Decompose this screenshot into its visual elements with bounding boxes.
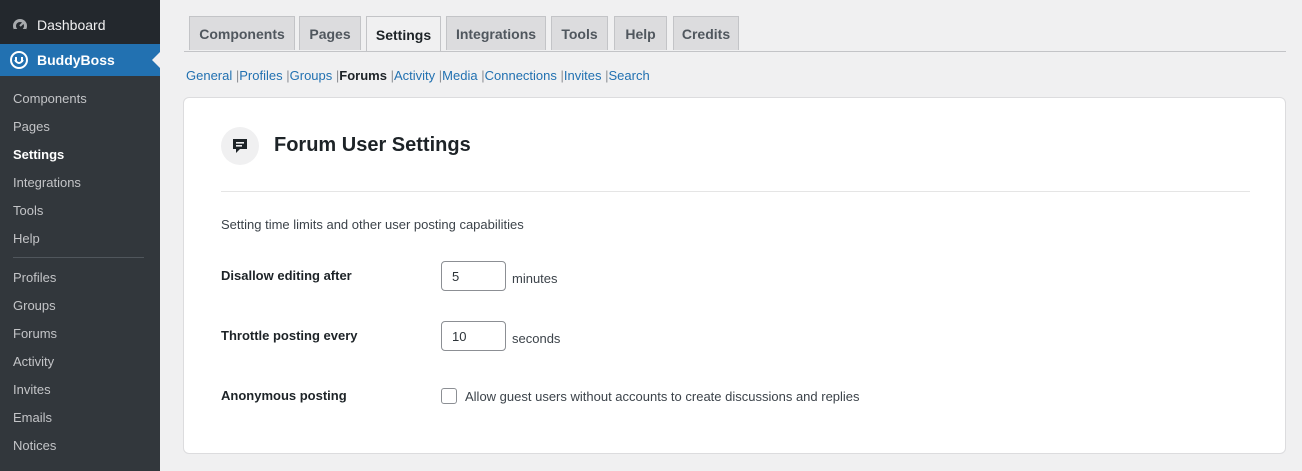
submenu-item-settings[interactable]: Settings bbox=[13, 147, 64, 163]
submenu-item-notices[interactable]: Notices bbox=[13, 438, 56, 454]
card-divider bbox=[221, 191, 1250, 192]
edit-limit-label: Disallow editing after bbox=[221, 268, 352, 283]
sidebar-item-label: Dashboard bbox=[37, 17, 106, 33]
subnav-invites[interactable]: Invites bbox=[564, 68, 602, 83]
tabs-baseline bbox=[184, 51, 1286, 52]
tab-settings[interactable]: Settings bbox=[366, 16, 441, 52]
admin-sidebar: Dashboard BuddyBoss Components Pages Set… bbox=[0, 0, 160, 471]
subnav-profiles[interactable]: Profiles bbox=[239, 68, 282, 83]
dashboard-icon bbox=[13, 19, 27, 33]
submenu-item-help[interactable]: Help bbox=[13, 231, 40, 247]
submenu-item-emails[interactable]: Emails bbox=[13, 410, 52, 426]
submenu-divider bbox=[13, 257, 144, 258]
card-description: Setting time limits and other user posti… bbox=[221, 217, 524, 232]
sidebar-item-dashboard[interactable]: Dashboard bbox=[0, 10, 160, 40]
subnav-connections[interactable]: Connections bbox=[485, 68, 557, 83]
edit-limit-input[interactable] bbox=[441, 261, 506, 291]
anonymous-posting-checkbox-label[interactable]: Allow guest users without accounts to cr… bbox=[465, 389, 860, 404]
tab-credits[interactable]: Credits bbox=[673, 16, 739, 50]
subnav-activity[interactable]: Activity bbox=[394, 68, 435, 83]
sidebar-item-label: BuddyBoss bbox=[37, 52, 115, 68]
tab-tools[interactable]: Tools bbox=[551, 16, 608, 50]
submenu-item-activity[interactable]: Activity bbox=[13, 354, 54, 370]
submenu-item-profiles[interactable]: Profiles bbox=[13, 270, 56, 286]
anonymous-posting-label: Anonymous posting bbox=[221, 388, 347, 403]
submenu-item-components[interactable]: Components bbox=[13, 91, 87, 107]
subnav-search[interactable]: Search bbox=[609, 68, 650, 83]
buddyboss-submenu: Components Pages Settings Integrations T… bbox=[0, 76, 160, 471]
anonymous-posting-checkbox[interactable] bbox=[441, 388, 457, 404]
card-title: Forum User Settings bbox=[274, 134, 471, 156]
tab-pages[interactable]: Pages bbox=[299, 16, 361, 50]
tab-help[interactable]: Help bbox=[614, 16, 667, 50]
subnav-forums[interactable]: Forums bbox=[339, 68, 387, 83]
forum-chat-icon bbox=[221, 127, 259, 165]
buddyboss-icon bbox=[10, 51, 28, 69]
subnav-media[interactable]: Media bbox=[442, 68, 477, 83]
submenu-item-tools[interactable]: Tools bbox=[13, 203, 43, 219]
tab-components[interactable]: Components bbox=[189, 16, 295, 50]
edit-limit-unit: minutes bbox=[512, 271, 558, 286]
submenu-item-invites[interactable]: Invites bbox=[13, 382, 51, 398]
submenu-item-integrations[interactable]: Integrations bbox=[13, 175, 81, 191]
submenu-item-pages[interactable]: Pages bbox=[13, 119, 50, 135]
subnav-general[interactable]: General bbox=[186, 68, 232, 83]
forum-settings-card: Forum User Settings Setting time limits … bbox=[183, 97, 1286, 454]
submenu-item-forums[interactable]: Forums bbox=[13, 326, 57, 342]
sidebar-item-buddyboss[interactable]: BuddyBoss bbox=[0, 44, 160, 76]
submenu-item-groups[interactable]: Groups bbox=[13, 298, 56, 314]
throttle-unit: seconds bbox=[512, 331, 561, 346]
subnav-groups[interactable]: Groups bbox=[290, 68, 333, 83]
tab-integrations[interactable]: Integrations bbox=[446, 16, 546, 50]
throttle-input[interactable] bbox=[441, 321, 506, 351]
settings-subnav: General |Profiles |Groups |Forums |Activ… bbox=[186, 68, 650, 83]
throttle-label: Throttle posting every bbox=[221, 328, 358, 343]
